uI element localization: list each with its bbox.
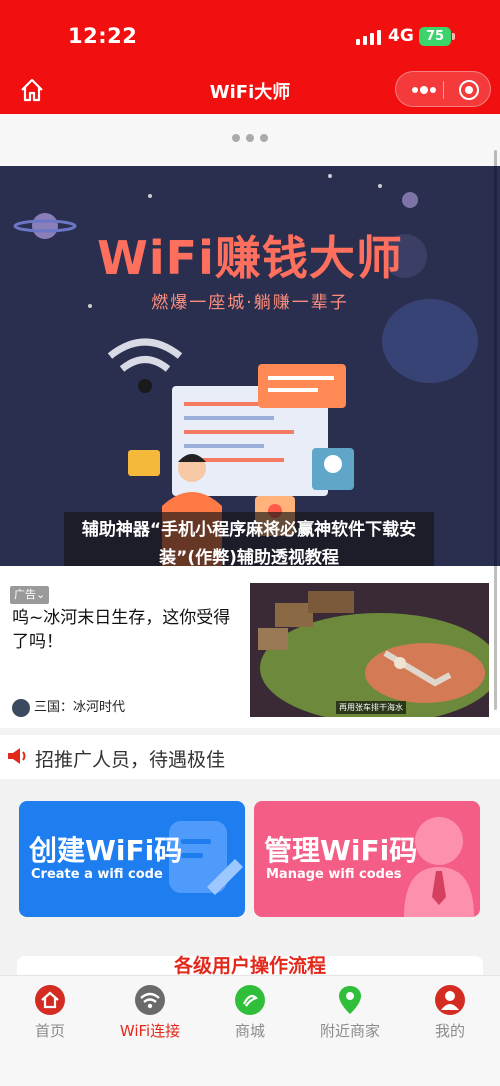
banner-subtitle: 燃爆一座城·躺赚一辈子 (151, 293, 349, 313)
tab-bar: 首页 WiFi连接 商城 附近商家 我的 (0, 975, 500, 1086)
profile-icon (435, 985, 465, 1015)
avatar (12, 699, 30, 717)
tab-nearby[interactable]: 附近商家 (300, 976, 400, 1056)
ad-tag[interactable]: 广告⌄ (10, 586, 50, 604)
capsule-divider (443, 81, 444, 99)
loading-dot (246, 134, 254, 142)
tab-profile[interactable]: 我的 (400, 976, 500, 1056)
more-icon[interactable] (412, 86, 436, 94)
banner-title: WiFi赚钱大师 (97, 231, 403, 285)
promo-banner[interactable]: WiFi赚钱大师 燃爆一座城·躺赚一辈子 (0, 166, 500, 566)
home-icon (35, 985, 65, 1015)
network-type: 4G (388, 26, 414, 46)
card-title: 创建WiFi码 (29, 834, 183, 867)
tab-label: 我的 (434, 1022, 465, 1040)
speaker-icon (8, 748, 26, 764)
ad-card[interactable]: 广告⌄ 呜~冰河末日生存，这你受得了吗！ 三国：冰河时代 再用张车排干海水 (0, 566, 500, 728)
status-time: 12:22 (68, 24, 138, 48)
battery-tip (452, 33, 455, 40)
ad-source: 三国：冰河时代 (12, 698, 125, 718)
battery-icon: 75 (419, 27, 451, 46)
recruit-notice[interactable]: 招推广人员，待遇极佳 (0, 735, 500, 779)
loading-dot (232, 134, 240, 142)
ad-source-name: 三国：冰河时代 (34, 700, 126, 715)
process-section: 各级用户操作流程 (0, 939, 500, 986)
loading-indicator (0, 114, 500, 166)
recruit-text: 招推广人员，待遇极佳 (35, 749, 226, 771)
scrollbar[interactable] (494, 150, 497, 710)
card-subtitle: Manage wifi codes (266, 867, 402, 882)
action-cards: 创建WiFi码 Create a wifi code 管理WiFi码 Manag… (0, 779, 500, 939)
wifi-icon (135, 985, 165, 1015)
ad-game-scene (250, 583, 489, 717)
tab-label: WiFi连接 (119, 1022, 181, 1040)
tab-label: 首页 (34, 1022, 65, 1040)
tab-label: 附近商家 (319, 1022, 380, 1040)
top-bar: 12:22 4G 75 WiFi大师 (0, 0, 500, 114)
navigation-bar: WiFi大师 (0, 66, 500, 114)
tab-label: 商城 (234, 1022, 265, 1040)
card-subtitle: Create a wifi code (31, 867, 163, 882)
shop-icon (235, 985, 265, 1015)
process-title: 各级用户操作流程 (173, 955, 326, 977)
ad-text: 呜~冰河末日生存，这你受得了吗！ (12, 608, 231, 652)
tab-home[interactable]: 首页 (0, 976, 100, 1056)
loading-dot (260, 134, 268, 142)
create-wifi-code-button[interactable]: 创建WiFi码 Create a wifi code (19, 801, 245, 917)
ad-image[interactable]: 再用张车排干海水 (250, 583, 489, 717)
close-icon[interactable] (459, 80, 479, 100)
mini-program-capsule (395, 71, 491, 107)
manage-wifi-codes-button[interactable]: 管理WiFi码 Manage wifi codes (254, 801, 480, 917)
location-icon (339, 986, 361, 1014)
tab-shop[interactable]: 商城 (200, 976, 300, 1056)
status-bar: 12:22 4G 75 (0, 0, 500, 72)
ad-image-caption: 再用张车排干海水 (336, 701, 406, 714)
card-title: 管理WiFi码 (264, 834, 418, 867)
tab-wifi[interactable]: WiFi连接 (100, 976, 200, 1056)
signal-icon (356, 30, 382, 45)
